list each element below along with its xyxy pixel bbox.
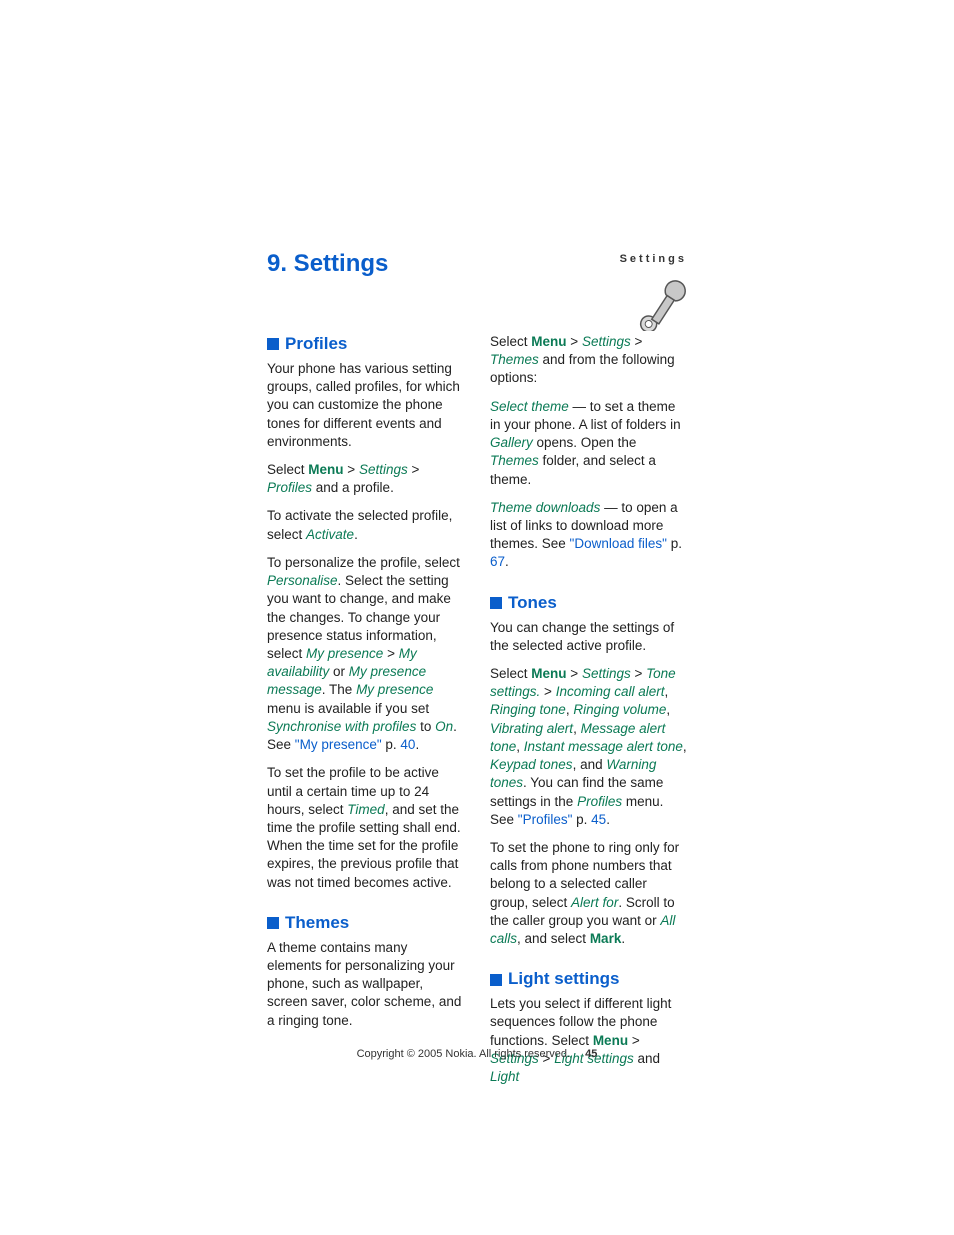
page-footer: Copyright © 2005 Nokia. All rights reser… <box>0 1048 954 1060</box>
body-text: To personalize the profile, select Perso… <box>267 554 464 754</box>
body-text: Select theme — to set a theme in your ph… <box>490 398 687 489</box>
section-profiles-heading: Profiles <box>267 333 464 356</box>
link-my-presence[interactable]: "My presence" <box>295 737 382 752</box>
link-page-67[interactable]: 67 <box>490 554 505 569</box>
text-columns: Profiles Your phone has various setting … <box>267 333 687 1086</box>
body-text: To activate the selected profile, select… <box>267 507 464 543</box>
body-text: Theme downloads — to open a list of link… <box>490 499 687 572</box>
link-download-files[interactable]: "Download files" <box>570 536 667 551</box>
body-text: To set the profile to be active until a … <box>267 764 464 892</box>
section-light-heading: Light settings <box>490 968 687 991</box>
link-page-45[interactable]: 45 <box>591 812 606 827</box>
link-profiles[interactable]: "Profiles" <box>518 812 573 827</box>
body-text: You can change the settings of the selec… <box>490 619 687 655</box>
body-text: Select Menu > Settings > Profiles and a … <box>267 461 464 497</box>
body-text: Your phone has various setting groups, c… <box>267 360 464 451</box>
column-right: Select Menu > Settings > Themes and from… <box>490 333 687 1086</box>
section-tones-heading: Tones <box>490 592 687 615</box>
body-text: To set the phone to ring only for calls … <box>490 839 687 948</box>
body-text: A theme contains many elements for perso… <box>267 939 464 1030</box>
body-text: Select Menu > Settings > Tone settings. … <box>490 665 687 829</box>
body-text: Select Menu > Settings > Themes and from… <box>490 333 687 388</box>
page-number: 45 <box>585 1048 597 1060</box>
copyright-text: Copyright © 2005 Nokia. All rights reser… <box>357 1048 571 1060</box>
section-themes-heading: Themes <box>267 912 464 935</box>
link-page-40[interactable]: 40 <box>400 737 415 752</box>
running-header: Settings <box>620 253 687 265</box>
column-left: Profiles Your phone has various setting … <box>267 333 464 1086</box>
settings-wrench-icon <box>635 279 687 331</box>
body-text: Lets you select if different light seque… <box>490 995 687 1086</box>
